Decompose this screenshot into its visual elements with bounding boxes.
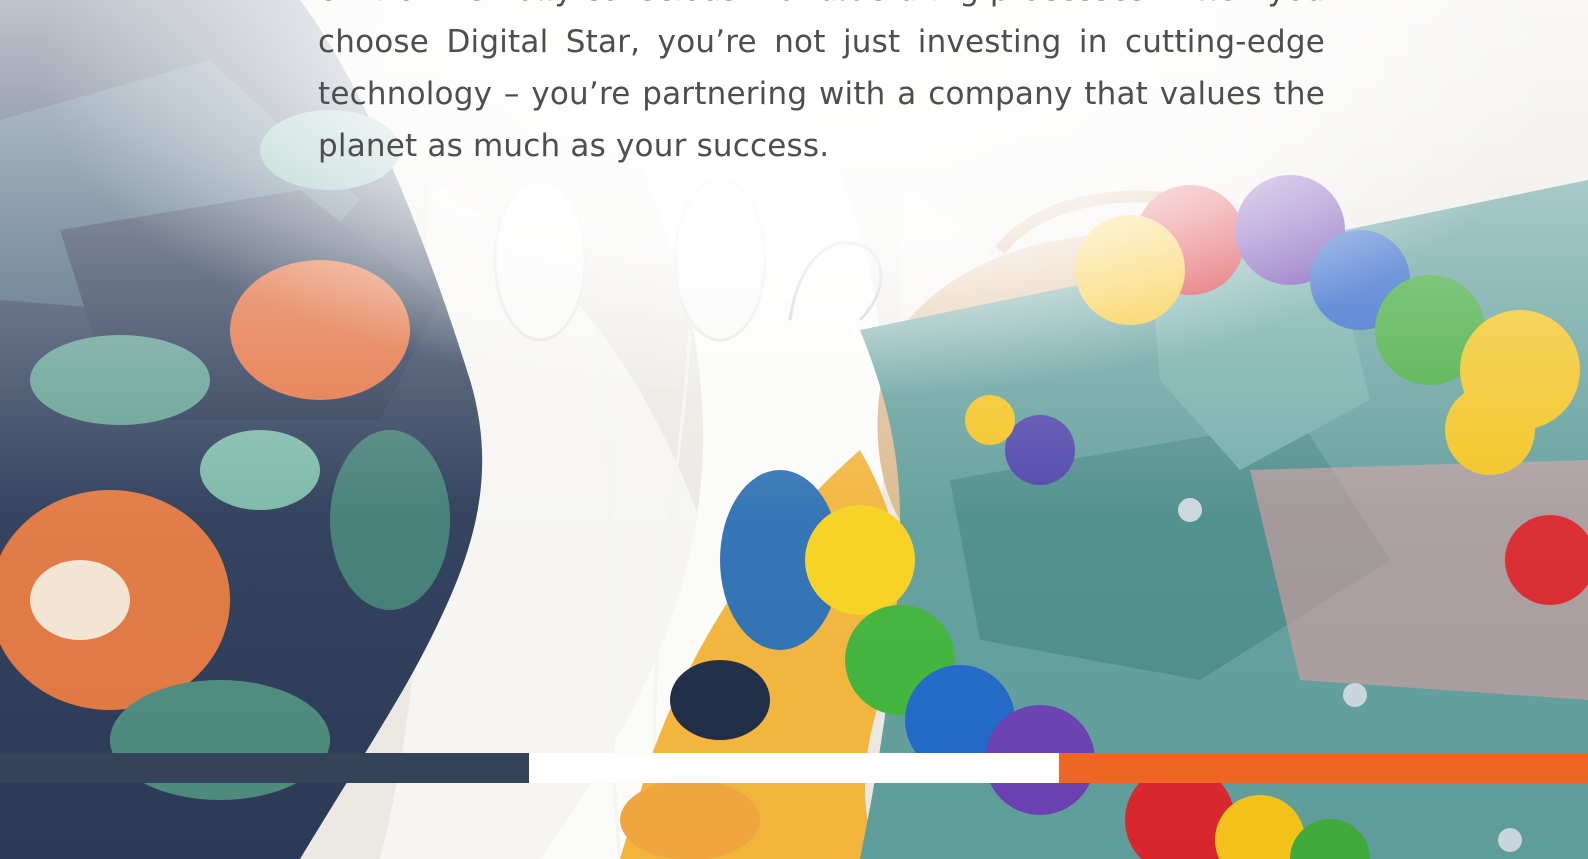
stripe-segment-navy [0,753,530,783]
stripe-segment-white [529,753,1059,783]
stripe-segment-orange [1058,753,1588,783]
hero-section: environmentally conscious manufacturing … [0,0,1588,859]
brand-color-stripe [0,753,1588,783]
body-paragraph: environmentally conscious manufacturing … [318,0,1325,164]
